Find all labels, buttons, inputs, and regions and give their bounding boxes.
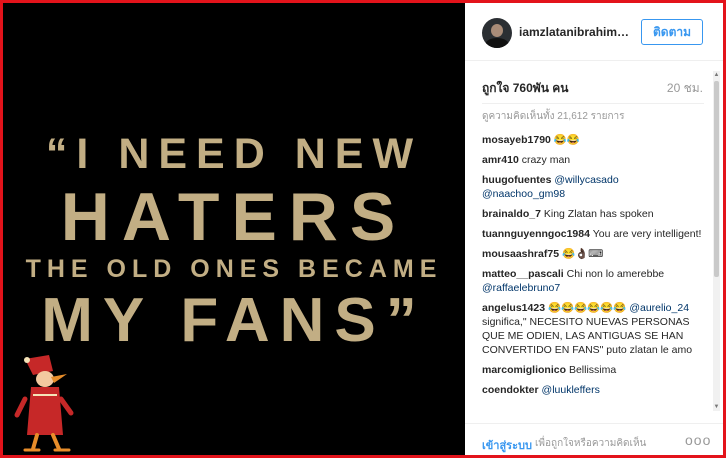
comment-username[interactable]: amr410 (482, 154, 519, 166)
scroll-thumb[interactable] (714, 81, 719, 277)
comment-username[interactable]: angelus1423 (482, 302, 545, 314)
post-footer: เข้าสู่ระบบ เพื่อถูกใจหรือความคิดเห็น oo… (465, 423, 723, 455)
list-item: huugofuentes @willycasado @naachoo_gm98 (482, 173, 704, 201)
comment-text: 😂😂 (553, 134, 580, 146)
post-sidebar: iamzlatanibrahimovic ติดตาม ถูกใจ 760พัน… (465, 3, 723, 455)
quote-text: “I NEED NEW HATERS THE OLD ONES BECAME M… (3, 129, 465, 355)
list-item: matteo__pascali Chi non lo amerebbe @raf… (482, 267, 704, 295)
login-link[interactable]: เข้าสู่ระบบ (482, 436, 532, 454)
comment-text: You are very intelligent! (592, 228, 702, 240)
comment-mention[interactable]: @raffaelebruno7 (482, 282, 560, 294)
more-options-icon[interactable]: ooo (685, 432, 711, 448)
follow-button[interactable]: ติดตาม (641, 19, 703, 45)
list-item: brainaldo_7 King Zlatan has spoken (482, 207, 704, 221)
like-count[interactable]: ถูกใจ 760พัน คน (482, 79, 568, 98)
username-link[interactable]: iamzlatanibrahimovic (519, 25, 631, 39)
comment-text: 😂👌🏿⌨ (561, 248, 604, 260)
quote-line-4: MY FANS” (41, 286, 427, 355)
comment-username[interactable]: brainaldo_7 (482, 208, 541, 220)
comment-mention[interactable]: @luukleffers (542, 384, 600, 396)
comment-text: King Zlatan has spoken (543, 208, 654, 220)
comment-username[interactable]: mousaashraf75 (482, 248, 559, 260)
comment-username[interactable]: coendokter (482, 384, 539, 396)
comment-text: 😂😂😂😂😂😂 (547, 302, 627, 314)
post-image: “I NEED NEW HATERS THE OLD ONES BECAME M… (3, 3, 465, 455)
list-item: mousaashraf75 😂👌🏿⌨ (482, 247, 704, 261)
list-item: marcomiglionico Bellissima (482, 363, 704, 377)
comment-list: ดูความคิดเห็นทั้ง 21,612 รายการ mosayeb1… (482, 103, 704, 413)
comment-text: crazy man (521, 154, 571, 166)
view-all-comments-link[interactable]: ดูความคิดเห็นทั้ง 21,612 รายการ (482, 109, 704, 124)
login-prompt-text: เพื่อถูกใจหรือความคิดเห็น (535, 438, 647, 449)
list-item: tuannguyenngoc1984 You are very intellig… (482, 227, 704, 241)
avatar[interactable] (482, 18, 512, 48)
post-header: iamzlatanibrahimovic ติดตาม (465, 3, 723, 61)
avatar-head-shape (491, 24, 503, 37)
list-item: mosayeb1790 😂😂 (482, 133, 704, 147)
avatar-body-shape (485, 38, 509, 48)
comment-username[interactable]: marcomiglionico (482, 364, 566, 376)
post-time[interactable]: 20 ชม. (667, 79, 703, 98)
comment-username[interactable]: tuannguyenngoc1984 (482, 228, 590, 240)
list-item: coendokter @luukleffers (482, 383, 704, 397)
comment-username[interactable]: matteo__pascali (482, 268, 564, 280)
quote-line-3: THE OLD ONES BECAME (25, 255, 443, 283)
quote-line-2: HATERS (60, 179, 408, 255)
comment-username[interactable]: mosayeb1790 (482, 134, 551, 146)
quote-line-1: “I NEED NEW (45, 130, 423, 178)
list-item: angelus1423 😂😂😂😂😂😂 @aurelio_24 significa… (482, 301, 704, 357)
list-item: amr410 crazy man (482, 153, 704, 167)
comments-scrollbar[interactable]: ▲ ▼ (713, 71, 720, 411)
comment-text: Bellissima (568, 364, 617, 376)
comment-text: significa," NECESITO NUEVAS PERSONAS QUE… (482, 316, 693, 356)
comment-mention[interactable]: @naachoo_gm98 (482, 188, 565, 200)
comment-mention[interactable]: @aurelio_24 (629, 302, 689, 314)
comment-username[interactable]: huugofuentes (482, 174, 551, 186)
comment-text: Chi non lo amerebbe (566, 268, 665, 280)
scroll-up-arrow-icon[interactable]: ▲ (713, 71, 720, 79)
comment-mention[interactable]: @willycasado (554, 174, 618, 186)
scroll-down-arrow-icon[interactable]: ▼ (713, 403, 720, 411)
gnome-mascot-image (14, 355, 74, 452)
